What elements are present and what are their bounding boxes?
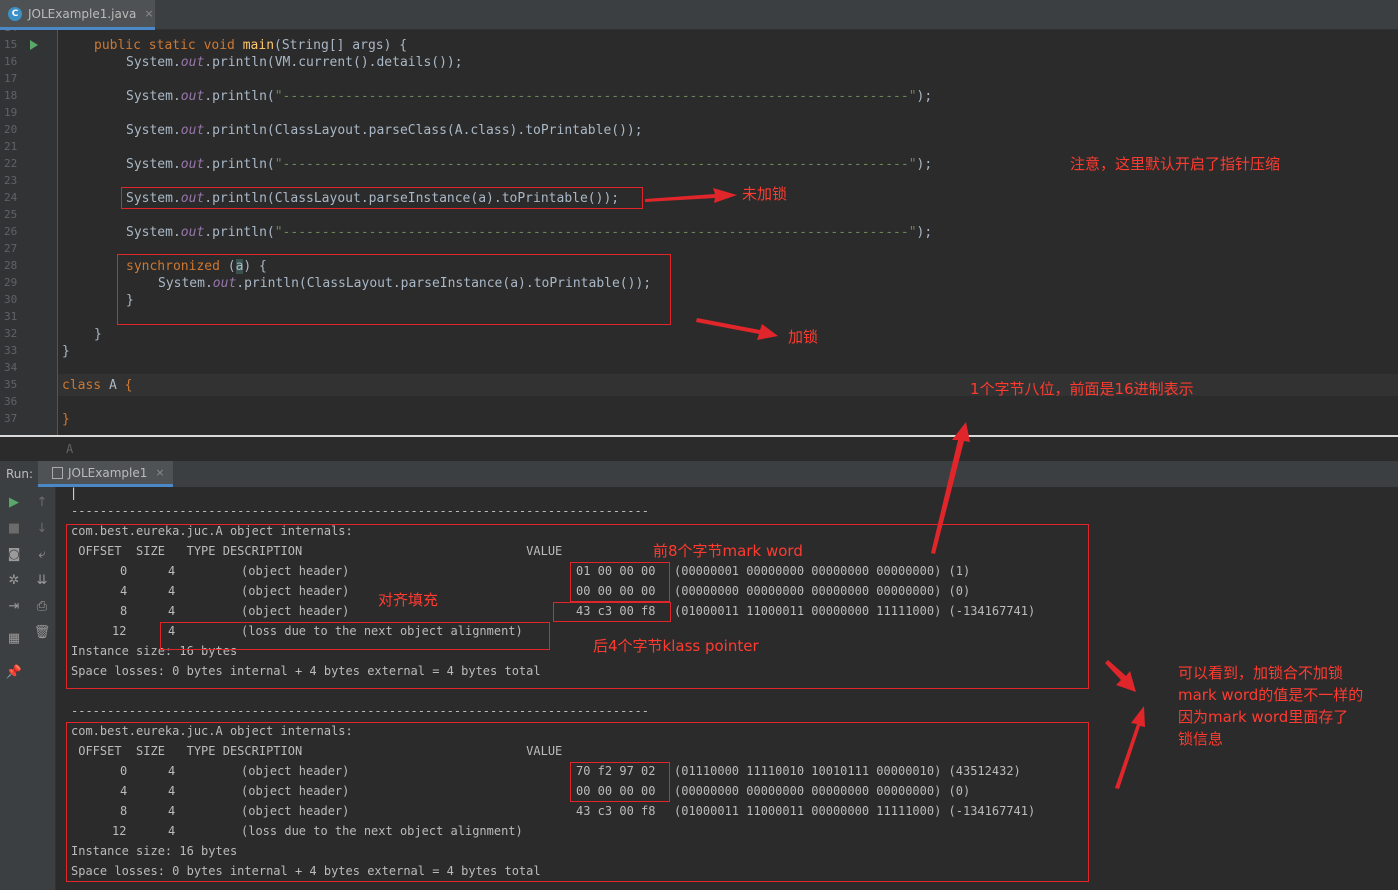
down-arrow-icon[interactable]: ↓	[34, 521, 50, 536]
box-mark-word-1	[570, 562, 670, 602]
line-number: 26	[4, 225, 18, 238]
code-line-18: System.out.println("--------------------…	[126, 89, 933, 104]
editor-tab-jolexample1[interactable]: C JOLExample1.java ×	[0, 0, 155, 30]
stop-icon[interactable]: ■	[6, 521, 22, 536]
line-number: 27	[4, 242, 18, 255]
line-number: 33	[4, 344, 18, 357]
box-locked-code	[117, 254, 671, 325]
line-number: 18	[4, 89, 18, 102]
line-number: 21	[4, 140, 18, 153]
line-number: 15	[4, 38, 18, 51]
breadcrumb: A	[0, 437, 1398, 461]
box-unlocked-code	[121, 187, 643, 209]
line-number: 19	[4, 106, 18, 119]
code-line-16: System.out.println(VM.current().details(…	[126, 55, 463, 70]
run-gutter-icon[interactable]	[30, 40, 38, 50]
box-padding	[160, 622, 550, 650]
box-output-2	[66, 722, 1089, 882]
box-klass-pointer	[553, 602, 671, 622]
line-number: 14	[4, 30, 30, 34]
close-tab-icon[interactable]: ×	[144, 7, 153, 20]
line-number: 17	[4, 72, 18, 85]
line-number: 36	[4, 395, 18, 408]
line-number: 22	[4, 157, 18, 170]
run-tool-header: Run: JOLExample1 ×	[0, 461, 1398, 487]
code-line-26: System.out.println("--------------------…	[126, 225, 933, 240]
line-number: 25	[4, 208, 18, 221]
run-label: Run:	[6, 467, 34, 481]
code-editor[interactable]: 14 15 16 17 18 19 20 21 22 23 24 25 26 27 28 29 30 31 32 33…	[0, 30, 1398, 435]
code-line-15: public static void main(String[] args) {	[94, 38, 408, 53]
close-run-tab-icon[interactable]: ×	[155, 466, 164, 479]
line-number: 29	[4, 276, 18, 289]
note-padding: 对齐填充	[378, 591, 439, 609]
code-line-37: }	[62, 412, 70, 427]
trash-icon[interactable]: 🗑	[34, 625, 51, 640]
caret-line-highlight	[58, 374, 1398, 396]
note-conclusion: 可以看到，加锁合不加锁 mark word的值是不一样的 因为mark word…	[1178, 664, 1364, 748]
box-mark-word-2	[570, 762, 670, 802]
code-line-20: System.out.println(ClassLayout.parseClas…	[126, 123, 643, 138]
note-klass-pointer: 后4个字节klass pointer	[593, 637, 759, 655]
note-mark-word: 前8个字节mark word	[653, 542, 803, 560]
print-icon[interactable]: ⎙	[34, 599, 50, 614]
code-line-32: }	[94, 327, 102, 342]
line-number: 23	[4, 174, 18, 187]
line-number: 30	[4, 293, 18, 306]
line-number: 35	[4, 378, 18, 391]
editor-tab-bar: C JOLExample1.java ×	[0, 0, 1398, 30]
line-number: 32	[4, 327, 18, 340]
console-caret: |	[70, 486, 78, 500]
code-line-33: }	[62, 344, 70, 359]
breadcrumb-class[interactable]: A	[66, 442, 73, 456]
note-byte-bits: 1个字节八位，前面是16进制表示	[970, 380, 1194, 398]
note-locked: 加锁	[788, 328, 819, 346]
line-number: 20	[4, 123, 18, 136]
console-separator-1: ----------------------------------------…	[71, 504, 649, 518]
console-separator-2: ----------------------------------------…	[71, 704, 649, 718]
line-number: 34	[4, 361, 18, 374]
rerun-icon[interactable]: ▶	[6, 495, 22, 510]
run-config-icon	[52, 466, 63, 479]
line-number: 16	[4, 55, 18, 68]
code-line-35: class A {	[62, 378, 133, 393]
note-unlocked: 未加锁	[742, 185, 788, 203]
editor-tab-title: JOLExample1.java	[28, 6, 137, 21]
soft-wrap-icon[interactable]: ⤶	[34, 547, 50, 562]
line-number: 31	[4, 310, 18, 323]
scroll-to-end-icon[interactable]: ⇊	[34, 573, 50, 588]
run-tab-jolexample1[interactable]: JOLExample1 ×	[38, 461, 173, 487]
line-number: 24	[4, 191, 18, 204]
camera-icon[interactable]: ◙	[6, 547, 22, 562]
settings-icon[interactable]: ✲	[6, 573, 22, 588]
run-toolbar: ▶ ↑ ■ ↓ ◙ ⤶ ✲ ⇊ ⇥ ⎙ 🗑 ▦ 📌	[0, 487, 56, 890]
up-arrow-icon[interactable]: ↑	[34, 495, 50, 510]
run-tab-title: JOLExample1	[68, 465, 148, 480]
layout-icon[interactable]: ▦	[6, 631, 22, 646]
note-pointer-compression: 注意，这里默认开启了指针压缩	[1070, 155, 1281, 173]
line-number: 28	[4, 259, 18, 272]
code-line-22: System.out.println("--------------------…	[126, 157, 933, 172]
line-number: 37	[4, 412, 18, 425]
login-icon[interactable]: ⇥	[6, 599, 22, 614]
java-class-icon: C	[8, 6, 22, 21]
pin-icon[interactable]: 📌	[6, 665, 22, 680]
